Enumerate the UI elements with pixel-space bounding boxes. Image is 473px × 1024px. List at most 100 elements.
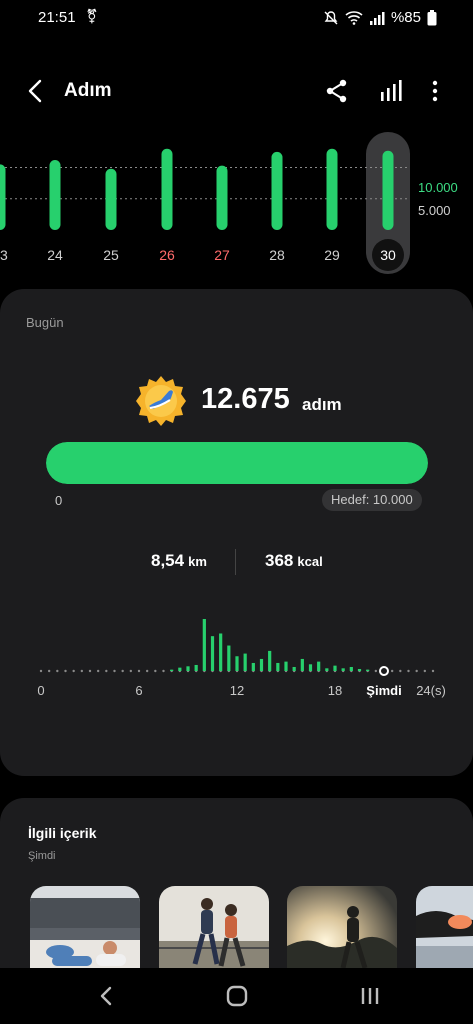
- more-options-icon[interactable]: [428, 78, 442, 104]
- hour-bar[interactable]: [317, 661, 321, 671]
- hour-dot: [56, 669, 59, 673]
- hour-bar[interactable]: [170, 669, 174, 671]
- hour-dot: [88, 669, 92, 673]
- hour-bar[interactable]: [268, 650, 272, 671]
- today-label: Bugün: [26, 315, 64, 330]
- signal-icon: [369, 11, 385, 25]
- walking-notification-icon: ⚧: [86, 8, 98, 24]
- day-label-24: 24: [47, 247, 63, 263]
- goal-achieved-badge-icon: [136, 376, 186, 426]
- system-navigation-bar: [0, 968, 473, 1024]
- day-bar-30[interactable]: [382, 150, 394, 230]
- hour-dot: [390, 669, 394, 673]
- today-card: Bugün 12.675 adım 0 Hedef: 10.000 8,54 km…: [0, 289, 473, 776]
- hour-bar[interactable]: [308, 664, 313, 671]
- hour-dot: [96, 669, 100, 673]
- related-content-title: İlgili içerik: [28, 825, 97, 841]
- hour-bar[interactable]: [366, 669, 370, 671]
- nav-recents-icon[interactable]: [358, 982, 382, 1010]
- day-bar-25[interactable]: [105, 168, 117, 230]
- hour-dot: [64, 669, 67, 673]
- related-content-subtitle: Şimdi: [28, 850, 56, 862]
- hour-bar[interactable]: [202, 616, 206, 671]
- goal-progress-fill: [46, 442, 428, 484]
- distance-value: 8,54: [151, 551, 185, 570]
- hour-bar[interactable]: [259, 658, 264, 671]
- hour-bar[interactable]: [292, 666, 296, 671]
- goal-progress-bar: [46, 442, 428, 484]
- distance-metric: 8,54 km: [151, 551, 207, 571]
- hour-tick-label: 12: [230, 683, 244, 698]
- now-marker: [379, 666, 389, 676]
- half-goal-reference-label: 5.000: [418, 203, 451, 218]
- day-bar-27[interactable]: [216, 165, 228, 230]
- day-bar-23[interactable]: [0, 164, 6, 230]
- hour-dot: [431, 669, 435, 673]
- hour-dot: [154, 669, 157, 673]
- hour-dot: [162, 669, 165, 673]
- hour-bar[interactable]: [235, 656, 239, 671]
- hour-bar[interactable]: [276, 662, 280, 671]
- hour-bar[interactable]: [178, 667, 182, 671]
- battery-icon: [427, 9, 437, 25]
- daily-steps-svg: 23 24 25 26 27 28 29 30: [0, 132, 410, 274]
- day-label-29: 29: [324, 247, 340, 263]
- hourly-steps-svg: 0 6 12 18 Şimdi 24(s): [37, 616, 446, 698]
- hour-bar[interactable]: [300, 658, 304, 671]
- today-step-count: 12.675: [201, 383, 290, 415]
- goal-reference-label: 10.000: [418, 180, 458, 195]
- hour-dot: [47, 669, 51, 673]
- wifi-icon: [345, 10, 363, 25]
- hour-dot: [137, 669, 141, 673]
- day-bar-28[interactable]: [271, 151, 283, 230]
- hour-bar[interactable]: [227, 645, 231, 671]
- hour-bar[interactable]: [349, 666, 353, 671]
- day-label-23: 23: [0, 247, 8, 263]
- hour-dot: [72, 669, 75, 673]
- progress-min-label: 0: [55, 493, 63, 508]
- mute-icon: [324, 10, 338, 24]
- hour-dot: [80, 669, 84, 673]
- hour-tick-label: 24(s): [416, 683, 446, 698]
- hour-dot: [415, 669, 418, 673]
- trends-chart-icon[interactable]: [378, 79, 404, 103]
- back-arrow-icon[interactable]: [24, 76, 48, 106]
- hour-bar[interactable]: [186, 666, 190, 671]
- hour-dot: [39, 669, 43, 673]
- share-icon[interactable]: [324, 78, 350, 104]
- clock: 21:51: [38, 9, 76, 26]
- distance-unit: km: [188, 554, 207, 569]
- status-bar: 21:51 ⚧ %85: [0, 0, 473, 36]
- day-label-28: 28: [269, 247, 285, 263]
- hour-bar[interactable]: [284, 661, 288, 671]
- hour-dot: [129, 669, 133, 673]
- nav-back-icon[interactable]: [96, 982, 116, 1010]
- hour-bar[interactable]: [210, 636, 215, 671]
- daily-steps-chart[interactable]: 23 24 25 26 27 28 29 30 10.000 5.000: [0, 120, 473, 280]
- calories-metric: 368 kcal: [265, 551, 323, 571]
- battery-percent: %85: [390, 9, 421, 26]
- hour-dot: [423, 669, 427, 673]
- today-step-unit: adım: [302, 395, 342, 414]
- hour-bar[interactable]: [341, 668, 345, 671]
- metric-divider: [235, 549, 236, 575]
- hour-bar[interactable]: [333, 665, 337, 671]
- hour-tick-label: 18: [328, 683, 342, 698]
- day-bar-24[interactable]: [49, 160, 61, 230]
- hour-bar[interactable]: [325, 668, 329, 671]
- hour-bar[interactable]: [251, 662, 255, 671]
- hour-bar[interactable]: [219, 633, 223, 671]
- goal-badge[interactable]: Hedef: 10.000: [322, 489, 422, 511]
- day-bar-26[interactable]: [161, 148, 173, 230]
- hour-bar[interactable]: [357, 668, 362, 671]
- hourly-steps-chart[interactable]: 0 6 12 18 Şimdi 24(s): [0, 616, 473, 759]
- page-title: Adım: [64, 80, 112, 101]
- day-label-25: 25: [103, 247, 119, 263]
- calories-unit: kcal: [297, 554, 323, 569]
- hour-dot: [113, 669, 116, 673]
- hour-dot: [121, 669, 124, 673]
- nav-home-icon[interactable]: [224, 982, 250, 1010]
- hour-bar[interactable]: [243, 653, 247, 671]
- hour-bar[interactable]: [194, 664, 198, 671]
- day-bar-29[interactable]: [326, 148, 338, 230]
